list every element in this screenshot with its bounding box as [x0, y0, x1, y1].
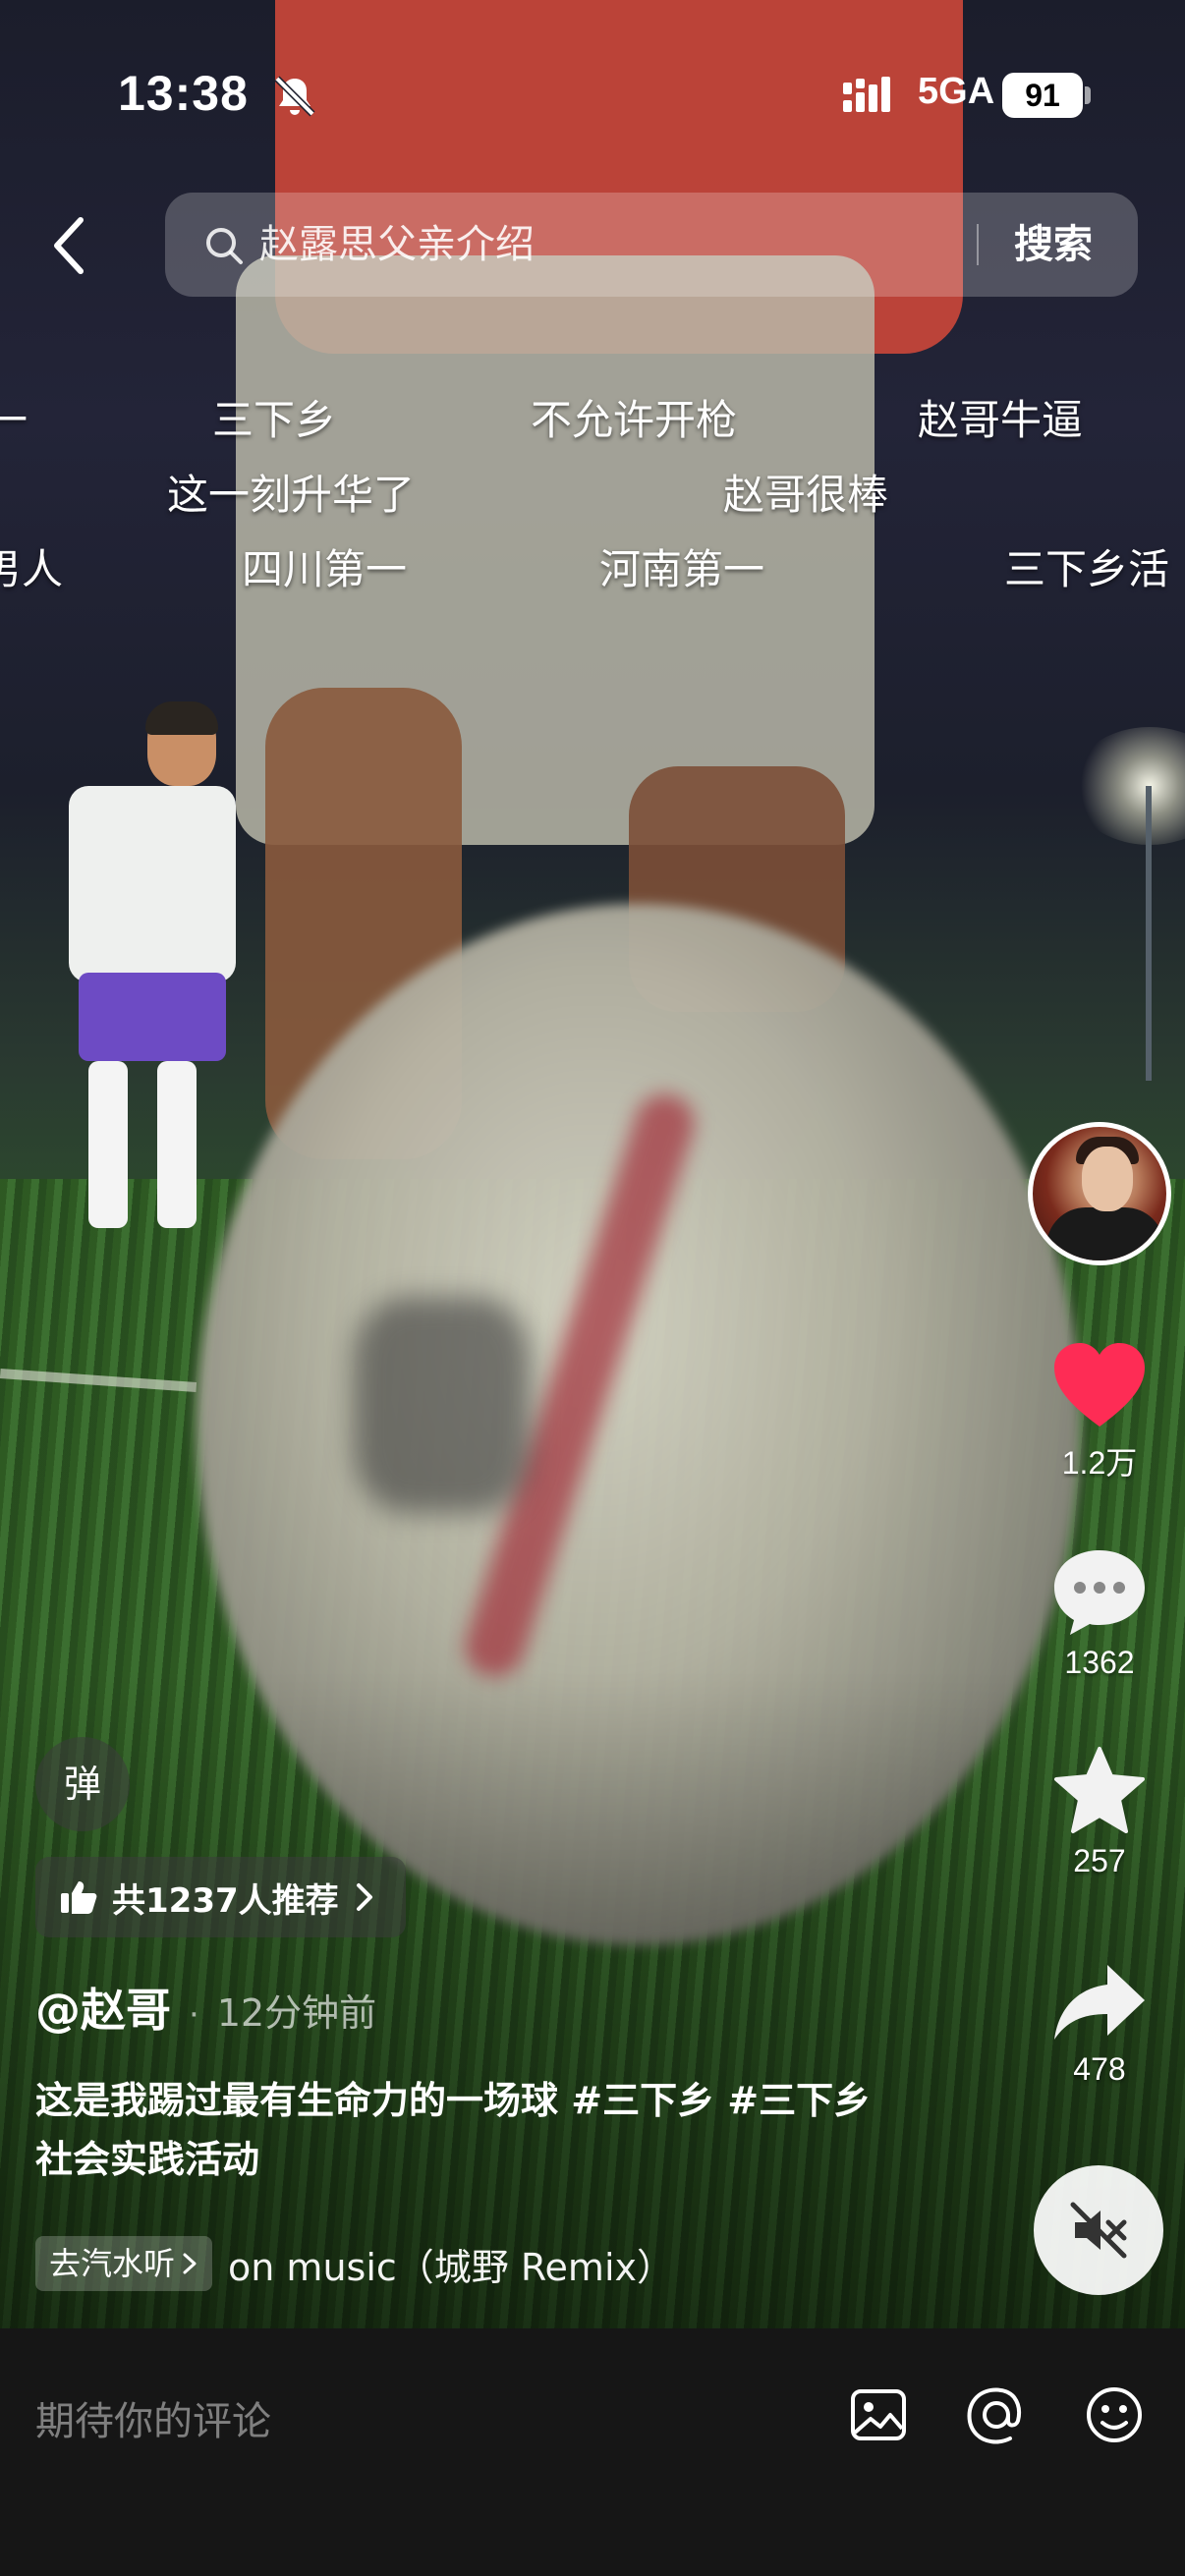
comment-bar: 期待你的评论 — [0, 2328, 1185, 2576]
comment-input[interactable]: 期待你的评论 — [35, 2389, 271, 2446]
status-bar: 13:38 5GA 91 — [0, 0, 1185, 187]
danmaku-toggle-button[interactable]: 弹 — [35, 1737, 130, 1831]
video-caption[interactable]: 这是我踢过最有生命力的一场球 #三下乡 #三下乡社会实践活动 — [35, 2071, 900, 2189]
music-title[interactable]: on music（城野 Remix） — [228, 2237, 674, 2291]
like-button[interactable]: 1.2万 — [1038, 1340, 1161, 1484]
comment-button[interactable]: 1362 — [1038, 1544, 1161, 1681]
image-icon[interactable] — [841, 2378, 916, 2452]
network-type: 5GA — [918, 71, 995, 112]
back-icon[interactable] — [39, 206, 98, 285]
author-name[interactable]: @赵哥 — [35, 1975, 171, 2040]
light-pole — [1146, 786, 1152, 1081]
floodlight — [1071, 727, 1185, 845]
status-time: 13:38 — [118, 66, 249, 121]
favorite-button[interactable]: 257 — [1038, 1745, 1161, 1879]
bell-off-icon — [274, 76, 315, 117]
comment-icon — [1054, 1550, 1145, 1635]
search-button[interactable]: 搜索 — [1014, 214, 1093, 275]
mute-button[interactable] — [1034, 2165, 1163, 2295]
music-row[interactable]: 去汽水听 on music（城野 Remix） — [35, 2234, 674, 2293]
search-query[interactable]: 赵露思父亲介绍 — [259, 214, 535, 275]
danmaku-comment: 一 — [0, 396, 28, 444]
danmaku-comment: 不允许开枪 — [531, 396, 738, 444]
emoji-icon[interactable] — [1077, 2378, 1152, 2452]
chevron-right-icon — [356, 1883, 372, 1911]
favorite-count: 257 — [1073, 1843, 1126, 1878]
share-count: 478 — [1073, 2051, 1126, 2087]
danmaku-comment: 三下乡 — [212, 396, 337, 444]
author-avatar[interactable] — [1028, 1122, 1171, 1265]
battery-tip — [1085, 86, 1091, 104]
danmaku-comment: 河南第一 — [599, 545, 765, 593]
danmaku-comment: 三下乡活 — [1004, 545, 1170, 593]
danmaku-comment: 这一刻升华了 — [167, 471, 416, 519]
chevron-right-icon — [183, 2253, 197, 2274]
heart-icon — [1054, 1343, 1145, 1427]
author-row: @赵哥 · 12分钟前 — [35, 1975, 376, 2040]
search-bar[interactable]: 赵露思父亲介绍 搜索 — [165, 193, 1138, 297]
search-divider — [977, 224, 979, 265]
signal-icon — [843, 77, 890, 112]
ball-shadow — [354, 1297, 531, 1513]
battery-icon: 91 — [1002, 73, 1083, 118]
search-icon — [206, 228, 243, 264]
danmaku-comment: 男人 — [0, 545, 64, 593]
star-icon — [1054, 1747, 1145, 1833]
at-icon[interactable] — [959, 2378, 1034, 2452]
background-player — [59, 701, 236, 1238]
share-button[interactable]: 478 — [1038, 1961, 1161, 2088]
recommend-pill[interactable]: 共1237人推荐 — [35, 1857, 406, 1937]
mute-icon — [1070, 2202, 1127, 2259]
share-icon — [1054, 1965, 1145, 2040]
danmaku-comment: 赵哥很棒 — [723, 471, 889, 519]
danmaku-comment: 赵哥牛逼 — [918, 396, 1084, 444]
recommend-text: 共1237人推荐 — [112, 1880, 339, 1921]
like-count: 1.2万 — [1061, 1445, 1138, 1481]
thumbs-up-icon — [61, 1881, 97, 1914]
music-chip-label: 去汽水听 — [49, 2245, 176, 2282]
open-music-app-button[interactable]: 去汽水听 — [35, 2236, 213, 2291]
post-time: 12分钟前 — [216, 1991, 377, 2035]
separator-dot: · — [189, 1995, 199, 2035]
comment-count: 1362 — [1064, 1645, 1135, 1680]
danmaku-comment: 四川第一 — [242, 545, 408, 593]
